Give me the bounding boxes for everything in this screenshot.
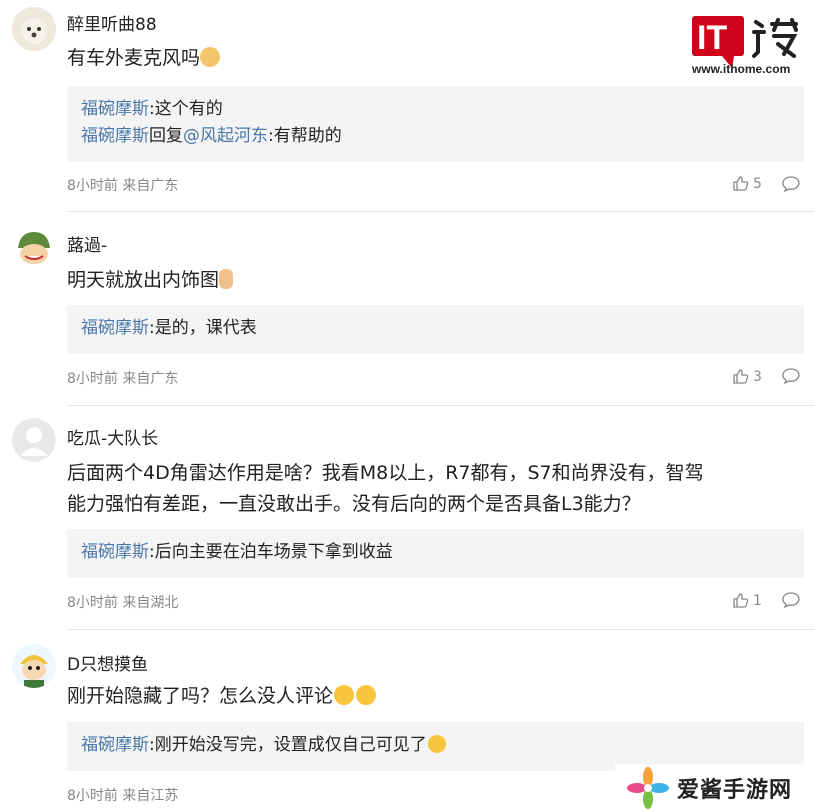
- reply-author[interactable]: 福碗摩斯: [81, 735, 149, 755]
- thumbs-up-icon: [733, 176, 749, 191]
- like-count: 1: [753, 592, 762, 609]
- divider: [67, 211, 815, 212]
- username[interactable]: 蕗過-: [67, 231, 107, 256]
- reply-author[interactable]: 福碗摩斯: [81, 318, 149, 338]
- reply-line: 福碗摩斯回复@风起河东:有帮助的: [81, 126, 342, 146]
- reply-line: 福碗摩斯:后向主要在泊车场景下拿到收益: [81, 542, 393, 562]
- mention-link[interactable]: @风起河东: [183, 126, 268, 146]
- reply-line: 福碗摩斯:是的，课代表: [81, 318, 257, 338]
- reply-author[interactable]: 福碗摩斯: [81, 542, 149, 562]
- avatar[interactable]: [12, 644, 56, 688]
- emoji-smile-icon: [334, 685, 355, 705]
- pinwheel-logo-icon: [627, 766, 669, 809]
- divider: [67, 405, 815, 406]
- like-button[interactable]: 5: [732, 175, 762, 192]
- like-button[interactable]: 1: [732, 592, 762, 609]
- comment-text: 有车外麦克风吗: [67, 43, 807, 74]
- reply-bubble-icon[interactable]: [782, 591, 800, 608]
- like-count: 5: [753, 175, 762, 192]
- comment-meta: 8小时前 来自广东: [67, 371, 179, 387]
- comment-meta: 8小时前 来自江苏: [67, 788, 179, 804]
- reply-box: 福碗摩斯:这个有的 福碗摩斯回复@风起河东:有帮助的: [67, 86, 804, 162]
- avatar[interactable]: [12, 418, 56, 462]
- comment-meta: 8小时前 来自湖北: [67, 595, 179, 611]
- comment-text: 明天就放出内饰图: [67, 265, 807, 296]
- divider: [67, 629, 815, 630]
- reply-bubble-icon[interactable]: [782, 367, 800, 384]
- username[interactable]: D只想摸鱼: [67, 650, 148, 675]
- reply-box: 福碗摩斯:是的，课代表: [67, 305, 804, 354]
- username[interactable]: 醉里听曲88: [67, 10, 157, 35]
- reply-author[interactable]: 福碗摩斯: [81, 99, 149, 119]
- watermark: 爱酱手游网: [615, 764, 815, 811]
- like-count: 3: [753, 368, 762, 385]
- emoji-hand-icon: [219, 269, 234, 289]
- emoji-doge-icon: [200, 47, 221, 67]
- thumbs-up-icon: [733, 369, 749, 384]
- watermark-text: 爱酱手游网: [677, 777, 793, 803]
- thumbs-up-icon: [733, 593, 749, 608]
- emoji-laugh-icon: [427, 735, 446, 753]
- reply-line: 福碗摩斯:刚开始没写完，设置成仅自己可见了: [81, 732, 790, 759]
- avatar[interactable]: [12, 226, 56, 270]
- comment-meta: 8小时前 来自广东: [67, 178, 179, 194]
- reply-line: 福碗摩斯:这个有的: [81, 99, 223, 119]
- reply-box: 福碗摩斯:后向主要在泊车场景下拿到收益: [67, 529, 804, 578]
- comment-text: 后面两个4D角雷达作用是啥？我看M8以上，R7都有，S7和尚界没有，智驾 能力强…: [67, 462, 704, 515]
- reply-author[interactable]: 福碗摩斯: [81, 126, 149, 146]
- avatar[interactable]: [12, 7, 56, 51]
- emoji-smile-icon: [356, 685, 377, 705]
- reply-bubble-icon[interactable]: [782, 175, 800, 192]
- username[interactable]: 吃瓜-大队长: [67, 424, 158, 449]
- like-button[interactable]: 3: [732, 368, 762, 385]
- comment-text: 刚开始隐藏了吗？怎么没人评论: [67, 681, 807, 712]
